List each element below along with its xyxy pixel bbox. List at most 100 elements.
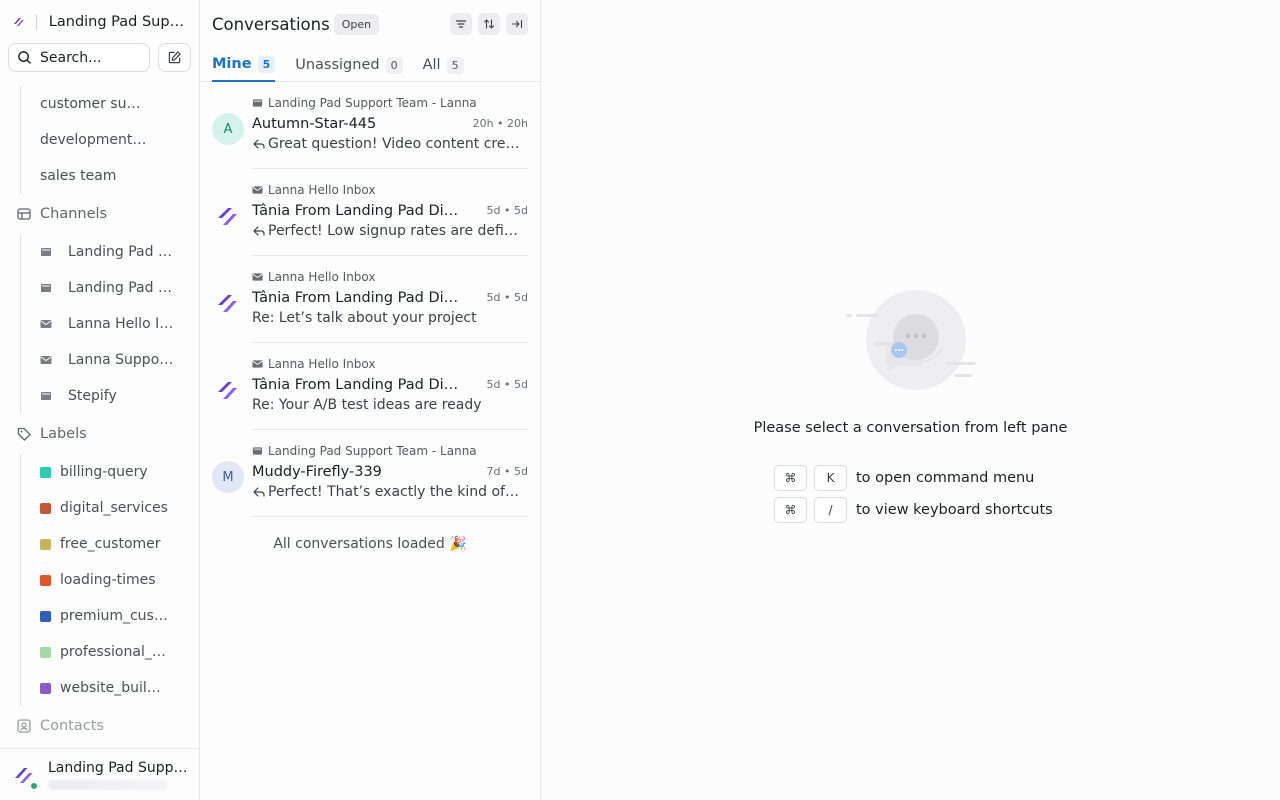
message-text: Re: Your A/B test ideas are ready: [252, 397, 482, 413]
sidebar-item-channel[interactable]: Stepify: [21, 378, 199, 414]
timestamp: 20h • 20h: [472, 117, 528, 130]
brand-separator: [35, 15, 37, 29]
section-channels-label: Channels: [40, 206, 108, 222]
account-email-blurred: [48, 779, 168, 790]
brand-header[interactable]: Landing Pad Support: [0, 0, 199, 44]
widget-icon: [252, 98, 263, 107]
avatar: [212, 287, 244, 343]
label-swatch: [40, 502, 51, 514]
sidebar-item-label[interactable]: professional_customer: [21, 634, 199, 670]
conversation-item[interactable]: M Landing Pad Support Team - Lanna Muddy-F…: [200, 430, 540, 517]
tab-mine[interactable]: Mine 5: [212, 48, 276, 82]
tab-count: 5: [257, 55, 276, 73]
arrow-to-right-icon: [511, 19, 523, 29]
collapse-button[interactable]: [506, 13, 528, 35]
label-swatch: [40, 646, 51, 658]
tab-label: Mine: [212, 56, 252, 72]
sort-icon: [483, 19, 495, 29]
sidebar-item-label[interactable]: billing-query: [21, 454, 199, 490]
filter-button[interactable]: [450, 13, 472, 35]
page-title: Conversations: [212, 14, 330, 34]
label-swatch: [40, 574, 51, 586]
section-labels[interactable]: Labels: [0, 414, 199, 454]
message-preview: Great question! Video content creation f…: [252, 136, 522, 152]
reply-icon: [253, 226, 265, 236]
brand-logo-icon: [218, 295, 237, 312]
k-key: K: [814, 465, 847, 491]
channel-label: Stepify: [68, 388, 117, 404]
empty-state-message: Please select a conversation from left p…: [753, 420, 1068, 436]
message-text: Perfect! That’s exactly the kind of thin…: [268, 484, 522, 500]
inbox-name: Landing Pad Support Team - Lanna: [252, 95, 528, 110]
search-input[interactable]: Search...: [8, 43, 150, 72]
search-placeholder: Search...: [40, 49, 102, 66]
conversation-view: Please select a conversation from left p…: [541, 0, 1280, 800]
inbox-name: Lanna Hello Inbox: [252, 356, 528, 371]
status-badge[interactable]: Open: [333, 13, 380, 35]
sidebar-item-channel[interactable]: Landing Pad Support: [21, 270, 199, 306]
label-name: premium_customer: [60, 608, 168, 624]
channel-label: Landing Pad Support: [68, 280, 176, 296]
contacts-icon: [17, 719, 31, 733]
label-name: digital_services: [60, 500, 168, 516]
label-name: billing-query: [60, 464, 148, 480]
sidebar-item-label[interactable]: premium_customer: [21, 598, 199, 634]
online-status-dot: [29, 780, 39, 791]
sidebar-item-label[interactable]: loading-times: [21, 562, 199, 598]
conversation-item[interactable]: Lanna Hello Inbox Tânia From Landing Pad …: [200, 169, 540, 256]
brand-name: Landing Pad Support: [48, 14, 187, 30]
inbox-name: Landing Pad Support Team - Lanna: [252, 443, 528, 458]
sidebar-item-channel[interactable]: Lanna Hello Inbox: [21, 306, 199, 342]
search-icon: [18, 51, 31, 64]
slash-key: /: [814, 497, 847, 523]
timestamp: 5d • 5d: [486, 378, 528, 391]
account-menu[interactable]: Landing Pad Support: [0, 748, 199, 800]
sidebar-item-label[interactable]: digital_services: [21, 490, 199, 526]
sidebar-nav: customer support development team sales …: [0, 86, 199, 746]
avatar: [212, 200, 244, 256]
assignee-tabs: Mine 5 Unassigned 0 All 5: [200, 48, 540, 82]
sidebar-item-team[interactable]: development team: [21, 122, 199, 158]
brand-logo-icon: [13, 18, 24, 26]
team-label: sales team: [40, 168, 117, 184]
inbox-label: Landing Pad Support Team - Lanna: [268, 443, 477, 458]
shortcut-label: to open command menu: [856, 470, 1035, 486]
sidebar-item-label[interactable]: free_customer: [21, 526, 199, 562]
conversation-item[interactable]: Lanna Hello Inbox Tânia From Landing Pad …: [200, 343, 540, 430]
reply-icon: [253, 139, 265, 149]
message-preview: Perfect! Low signup rates are definitely…: [252, 223, 522, 239]
sidebar-item-channel[interactable]: Landing Pad Support Team: [21, 234, 199, 270]
app: Landing Pad Support Search... customer s…: [0, 0, 1280, 800]
timestamp: 5d • 5d: [486, 291, 528, 304]
sidebar-item-team[interactable]: sales team: [21, 158, 199, 194]
compose-icon: [168, 51, 181, 64]
brand-logo-icon: [218, 382, 237, 399]
tab-unassigned[interactable]: Unassigned 0: [295, 48, 403, 82]
section-channels[interactable]: Channels: [0, 194, 199, 234]
sidebar: Landing Pad Support Search... customer s…: [0, 0, 200, 800]
tag-icon: [17, 427, 31, 441]
empty-state: Please select a conversation from left p…: [541, 290, 1280, 436]
brand-logo-icon: [218, 208, 237, 225]
tab-label: All: [422, 57, 441, 73]
contact-name: Autumn-Star-445: [252, 115, 377, 132]
sidebar-item-channel[interactable]: Lanna Support Inbox: [21, 342, 199, 378]
sort-button[interactable]: [478, 13, 500, 35]
conversation-item[interactable]: A Landing Pad Support Team - Lanna Autumn-…: [200, 82, 540, 169]
avatar: [212, 374, 244, 430]
conversation-list: A Landing Pad Support Team - Lanna Autumn-…: [200, 82, 540, 517]
sidebar-item-team[interactable]: customer support: [21, 86, 199, 122]
timestamp: 7d • 5d: [486, 465, 528, 478]
sidebar-item-label[interactable]: website_builder: [21, 670, 199, 706]
avatar: A: [212, 113, 244, 169]
conversation-item[interactable]: Lanna Hello Inbox Tânia From Landing Pad …: [200, 256, 540, 343]
message-preview: Re: Let’s talk about your project: [252, 310, 522, 326]
compose-button[interactable]: [158, 43, 191, 72]
section-contacts[interactable]: Contacts: [0, 706, 199, 746]
message-text: Great question! Video content creation f…: [268, 136, 522, 152]
team-label: customer support: [40, 96, 148, 112]
tab-all[interactable]: All 5: [423, 48, 464, 82]
command-key: ⌘: [774, 465, 807, 491]
inbox-name: Lanna Hello Inbox: [252, 182, 528, 197]
channel-label: Lanna Hello Inbox: [68, 316, 176, 332]
